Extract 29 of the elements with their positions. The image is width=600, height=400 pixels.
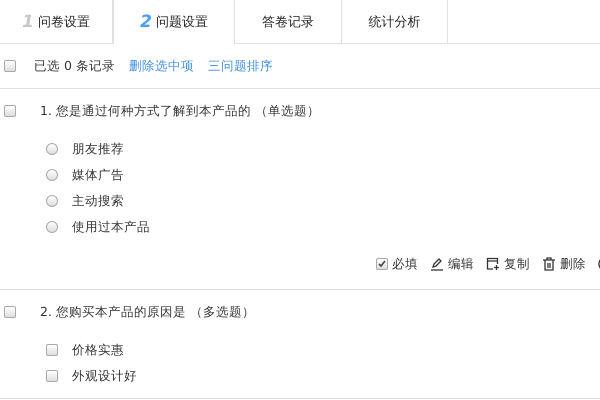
checkbox[interactable] — [46, 370, 58, 382]
option-label: 价格实惠 — [72, 342, 124, 358]
tab[interactable]: 答卷记录 — [235, 0, 342, 44]
edit-button[interactable]: 编辑 — [430, 256, 474, 272]
copy-icon — [486, 257, 500, 271]
radio-button[interactable] — [46, 221, 58, 233]
question-title: 1. 您是通过何种方式了解到本产品的 （单选题） — [40, 102, 320, 120]
tab[interactable]: 统计分析 — [342, 0, 448, 44]
checkbox[interactable] — [4, 105, 16, 117]
checkbox[interactable] — [4, 60, 16, 72]
option-label: 使用过本产品 — [72, 218, 150, 236]
trash-icon — [542, 257, 556, 271]
radio-button[interactable] — [46, 169, 58, 181]
option-label: 朋友推荐 — [72, 140, 124, 158]
option-label: 外观设计好 — [72, 368, 137, 384]
pencil-icon — [430, 257, 444, 271]
option-label: 主动搜索 — [72, 192, 124, 210]
copy-button[interactable]: 复制 — [486, 256, 530, 272]
question-title: 2. 您购买本产品的原因是 （多选题） — [40, 304, 255, 320]
selection-count: 已选 0 条记录 — [34, 58, 115, 74]
delete-button[interactable]: 删除 — [542, 256, 586, 272]
checkbox[interactable] — [46, 344, 58, 356]
option-label: 媒体广告 — [72, 166, 124, 184]
checkbox[interactable] — [4, 306, 16, 318]
tab[interactable]: 2 问题设置 — [113, 0, 235, 44]
radio-button[interactable] — [46, 143, 58, 155]
required-label: 必填 — [392, 256, 418, 272]
radio-button[interactable] — [46, 195, 58, 207]
checkbox[interactable] — [376, 258, 388, 270]
